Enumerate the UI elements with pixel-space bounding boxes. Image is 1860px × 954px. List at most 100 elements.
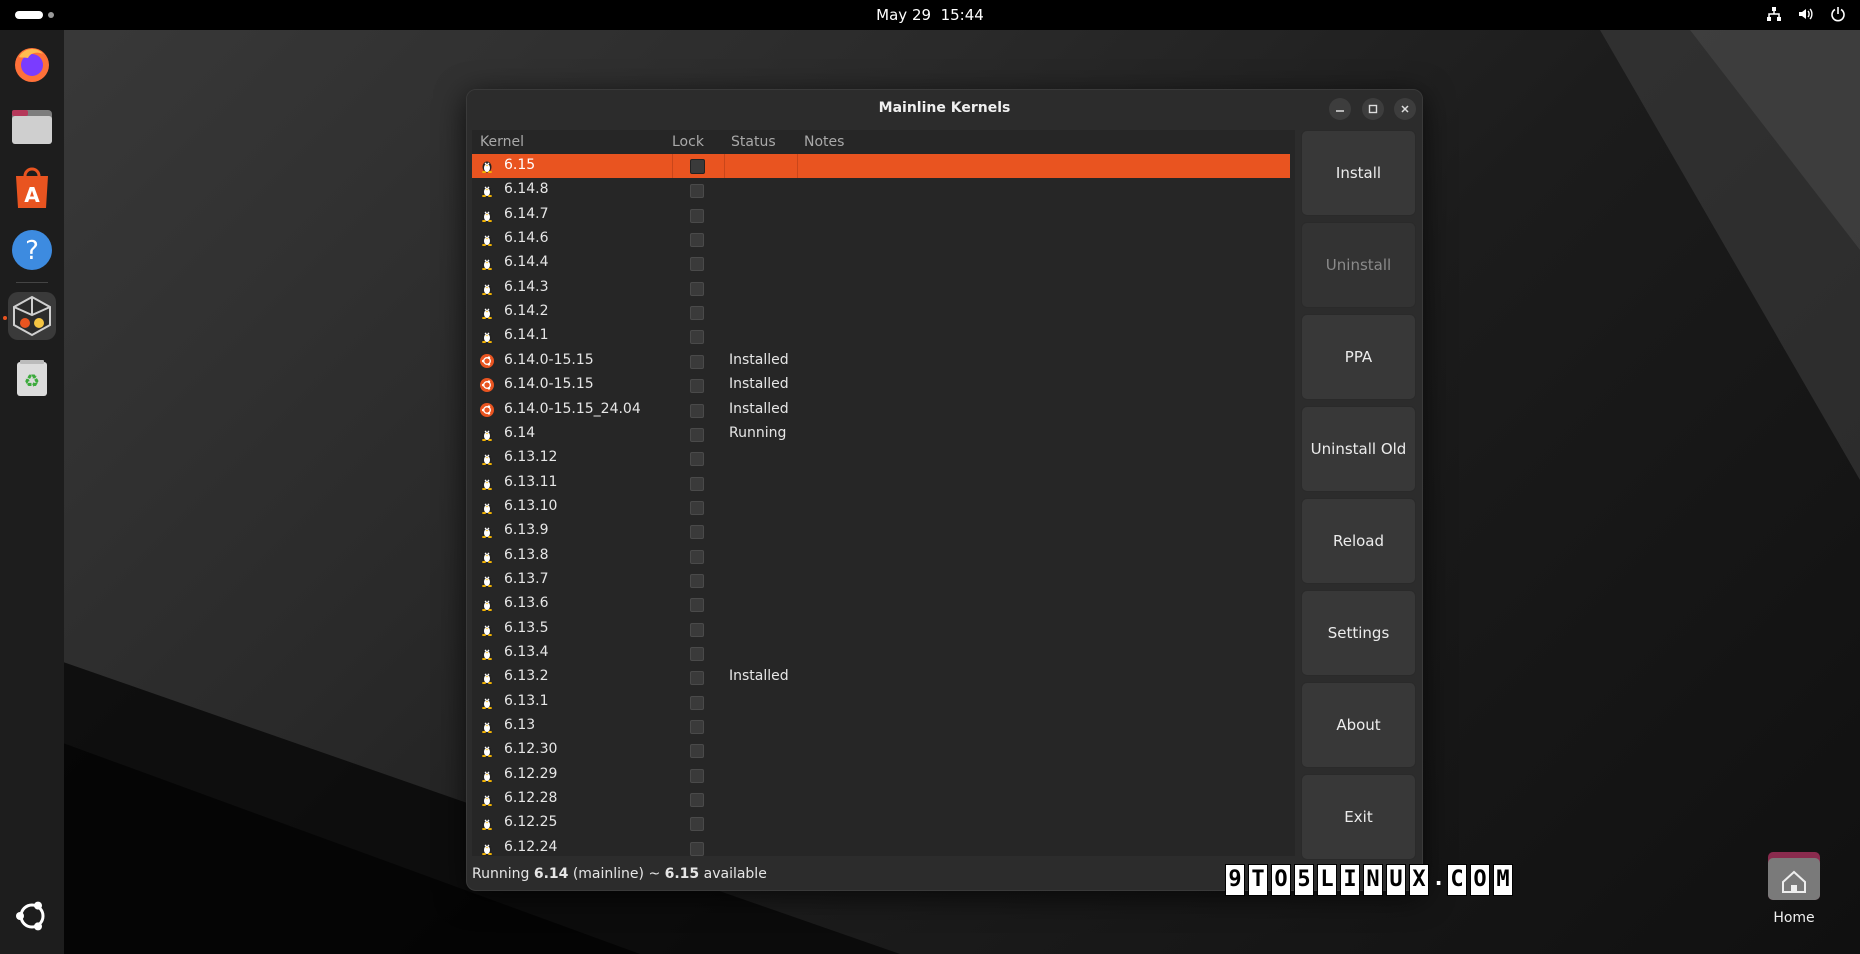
tux-icon — [480, 427, 494, 441]
clock[interactable]: May 29 15:44 — [0, 6, 1860, 24]
kernel-row[interactable]: 6.14.2 — [472, 300, 1290, 324]
lock-checkbox[interactable] — [690, 525, 704, 540]
app-center-icon[interactable]: A — [8, 164, 56, 212]
mainline-icon[interactable] — [8, 292, 56, 340]
kernel-row[interactable]: 6.14.0-15.15 Installed — [472, 349, 1290, 373]
lock-checkbox[interactable] — [690, 208, 704, 223]
about-button[interactable]: About — [1301, 682, 1416, 768]
lock-checkbox[interactable] — [690, 598, 704, 613]
files-icon[interactable] — [8, 102, 56, 150]
network-icon[interactable] — [1766, 6, 1782, 22]
watermark-letter: 9 — [1225, 864, 1245, 896]
lock-checkbox[interactable] — [690, 622, 704, 637]
lock-checkbox[interactable] — [690, 695, 704, 710]
column-header-status[interactable]: Status — [731, 134, 776, 150]
kernel-row[interactable]: 6.12.30 — [472, 738, 1290, 762]
kernel-row[interactable]: 6.13.5 — [472, 617, 1290, 641]
column-header-kernel[interactable]: Kernel — [480, 134, 524, 150]
lock-checkbox[interactable] — [690, 500, 704, 515]
kernel-row[interactable]: 6.14.0-15.15_24.04 Installed — [472, 398, 1290, 422]
uninstall-button[interactable]: Uninstall — [1301, 222, 1416, 308]
kernel-row[interactable]: 6.13.8 — [472, 544, 1290, 568]
lock-checkbox[interactable] — [690, 427, 704, 442]
kernel-row[interactable]: 6.12.24 — [472, 836, 1290, 856]
kernel-row[interactable]: 6.13.4 — [472, 641, 1290, 665]
kernel-row[interactable]: 6.14.3 — [472, 276, 1290, 300]
column-header-lock[interactable]: Lock — [672, 134, 704, 150]
volume-icon[interactable] — [1798, 6, 1814, 22]
kernel-row[interactable]: 6.13.9 — [472, 519, 1290, 543]
home-label: Home — [1773, 910, 1815, 926]
kernel-row[interactable]: 6.14.7 — [472, 203, 1290, 227]
kernel-row[interactable]: 6.15 — [472, 154, 1290, 179]
power-icon[interactable] — [1830, 6, 1846, 22]
kernel-row[interactable]: 6.12.29 — [472, 763, 1290, 787]
lock-checkbox[interactable] — [690, 549, 704, 564]
lock-checkbox[interactable] — [690, 573, 704, 588]
kernel-row[interactable]: 6.13.11 — [472, 471, 1290, 495]
lock-checkbox[interactable] — [690, 233, 704, 248]
uninstall-old-button[interactable]: Uninstall Old — [1301, 406, 1416, 492]
system-tray[interactable] — [1766, 6, 1846, 22]
kernel-row[interactable]: 6.13 — [472, 714, 1290, 738]
lock-checkbox[interactable] — [690, 159, 705, 174]
kernel-version: 6.13.8 — [504, 546, 549, 563]
kernel-row[interactable]: 6.14.8 — [472, 178, 1290, 202]
help-icon[interactable]: ? — [8, 226, 56, 274]
lock-checkbox[interactable] — [690, 476, 704, 491]
kernel-row[interactable]: 6.14 Running — [472, 422, 1290, 446]
exit-button[interactable]: Exit — [1301, 774, 1416, 860]
lock-checkbox[interactable] — [690, 841, 704, 856]
lock-checkbox[interactable] — [690, 184, 704, 199]
watermark-letter: I — [1340, 864, 1360, 896]
lock-checkbox[interactable] — [690, 793, 704, 808]
lock-checkbox[interactable] — [690, 330, 704, 345]
reload-button[interactable]: Reload — [1301, 498, 1416, 584]
kernel-row[interactable]: 6.12.28 — [472, 787, 1290, 811]
kernel-row[interactable]: 6.14.1 — [472, 324, 1290, 348]
lock-checkbox[interactable] — [690, 354, 704, 369]
kernel-row[interactable]: 6.14.4 — [472, 251, 1290, 275]
tux-icon — [480, 622, 494, 636]
lock-checkbox[interactable] — [690, 671, 704, 686]
lock-checkbox[interactable] — [690, 257, 704, 272]
desktop-home[interactable]: Home — [1766, 850, 1822, 926]
lock-checkbox[interactable] — [690, 647, 704, 661]
lock-checkbox[interactable] — [690, 306, 704, 321]
lock-checkbox[interactable] — [690, 281, 704, 296]
firefox-icon[interactable] — [8, 40, 56, 88]
close-button[interactable] — [1394, 98, 1416, 120]
kernel-list[interactable]: Kernel Lock Status Notes 6.15 6.14.8 6.14.… — [472, 130, 1295, 856]
lock-checkbox[interactable] — [690, 403, 704, 418]
kernel-row[interactable]: 6.14.6 — [472, 227, 1290, 251]
kernel-row[interactable]: 6.13.7 — [472, 568, 1290, 592]
settings-button[interactable]: Settings — [1301, 590, 1416, 676]
trash-icon[interactable]: ♻ — [8, 354, 56, 402]
ubuntu-apps-icon[interactable] — [8, 892, 56, 940]
lock-checkbox[interactable] — [690, 744, 704, 759]
watermark-letter: . — [1432, 866, 1446, 891]
kernel-row[interactable]: 6.13.6 — [472, 592, 1290, 616]
kernel-version: 6.13.1 — [504, 692, 549, 709]
lock-checkbox[interactable] — [690, 379, 704, 394]
column-header-notes[interactable]: Notes — [804, 134, 844, 150]
kernel-row[interactable]: 6.12.25 — [472, 811, 1290, 835]
title-bar[interactable]: Mainline Kernels — [467, 90, 1422, 126]
kernel-row[interactable]: 6.13.1 — [472, 690, 1290, 714]
kernel-row[interactable]: 6.13.2 Installed — [472, 665, 1290, 689]
lock-checkbox[interactable] — [690, 817, 704, 832]
kernel-version: 6.14.3 — [504, 278, 549, 295]
kernel-row[interactable]: 6.14.0-15.15 Installed — [472, 373, 1290, 397]
minimize-button[interactable] — [1329, 98, 1351, 120]
kernel-version: 6.13.4 — [504, 644, 549, 660]
maximize-button[interactable] — [1362, 98, 1384, 120]
lock-checkbox[interactable] — [690, 452, 704, 467]
ppa-button[interactable]: PPA — [1301, 314, 1416, 400]
install-button[interactable]: Install — [1301, 130, 1416, 216]
status-middle: (mainline) ~ — [568, 866, 665, 882]
kernel-row[interactable]: 6.13.12 — [472, 446, 1290, 470]
lock-checkbox[interactable] — [690, 768, 704, 783]
kernel-version: 6.13 — [504, 717, 536, 734]
lock-checkbox[interactable] — [690, 720, 704, 735]
kernel-row[interactable]: 6.13.10 — [472, 495, 1290, 519]
